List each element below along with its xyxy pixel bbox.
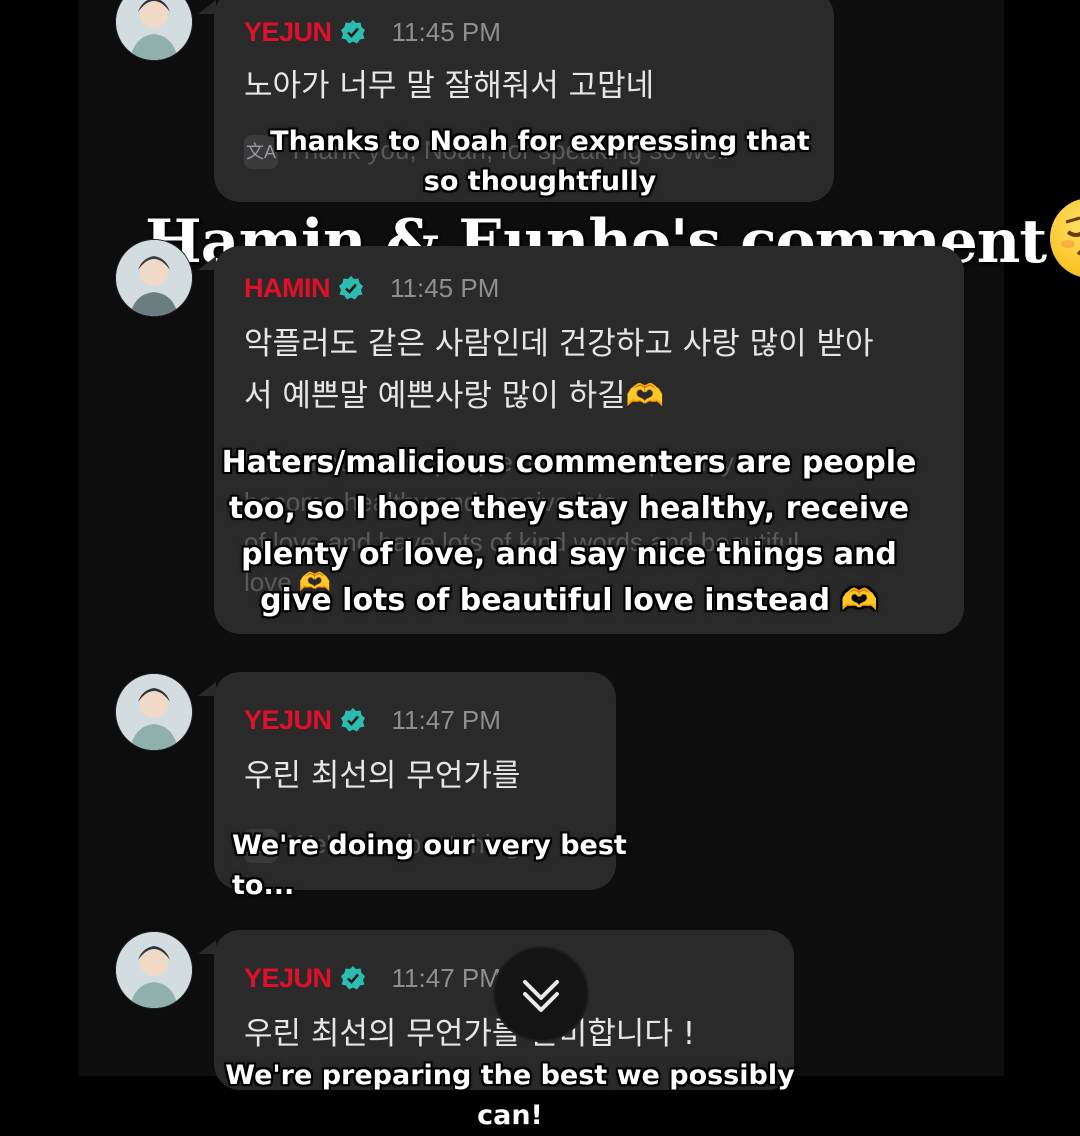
- timestamp: 11:45 PM: [390, 272, 500, 303]
- timestamp: 11:45 PM: [391, 16, 501, 47]
- message-text: 우린 최선의 무언가를 준비합니다 !: [244, 1016, 696, 1052]
- scroll-to-bottom-button[interactable]: [495, 948, 587, 1040]
- avatar-hamin[interactable]: [116, 240, 192, 316]
- caption-line: too, so I hope they stay healthy, receiv…: [228, 491, 910, 526]
- timestamp: 11:47 PM: [391, 962, 501, 993]
- verified-badge-icon: [340, 966, 365, 990]
- subtitle-caption: We're preparing the best we possibly can…: [225, 1060, 795, 1131]
- message-line: 서 예쁜말 예쁜사랑 많이 하길🫶: [244, 378, 665, 414]
- author-name[interactable]: YEJUN: [244, 705, 332, 736]
- double-chevron-down-icon: [523, 980, 559, 1012]
- message-text: 우린 최선의 무언가를: [244, 758, 521, 794]
- timestamp: 11:47 PM: [391, 704, 501, 735]
- message-line: 악플러도 같은 사람인데 건강하고 사랑 많이 받아: [244, 326, 874, 362]
- relieved-face-emoji-icon: [1050, 198, 1080, 278]
- caption-line: give lots of beautiful love instead 🫶: [260, 583, 878, 618]
- caption-line: Haters/malicious commenters are people: [221, 445, 917, 480]
- message-text: 노아가 너무 말 잘해줘서 고맙네: [244, 68, 655, 104]
- subtitle-caption: Haters/malicious commenters are people t…: [214, 440, 924, 624]
- verified-badge-icon: [339, 276, 363, 300]
- subtitle-caption: Thanks to Noah for expressing that so th…: [270, 126, 810, 197]
- avatar-yejun[interactable]: [116, 674, 192, 750]
- avatar-yejun[interactable]: [116, 932, 192, 1008]
- verified-badge-icon: [340, 20, 365, 44]
- subtitle-caption: We're doing our very best to...: [232, 830, 627, 901]
- verified-badge-icon: [340, 708, 365, 732]
- author-name[interactable]: HAMIN: [244, 273, 331, 304]
- caption-line: plenty of love, and say nice things and: [241, 537, 897, 572]
- author-name[interactable]: YEJUN: [244, 17, 332, 48]
- message-text: 악플러도 같은 사람인데 건강하고 사랑 많이 받아 서 예쁜말 예쁜사랑 많이…: [244, 318, 874, 422]
- author-name[interactable]: YEJUN: [244, 963, 332, 994]
